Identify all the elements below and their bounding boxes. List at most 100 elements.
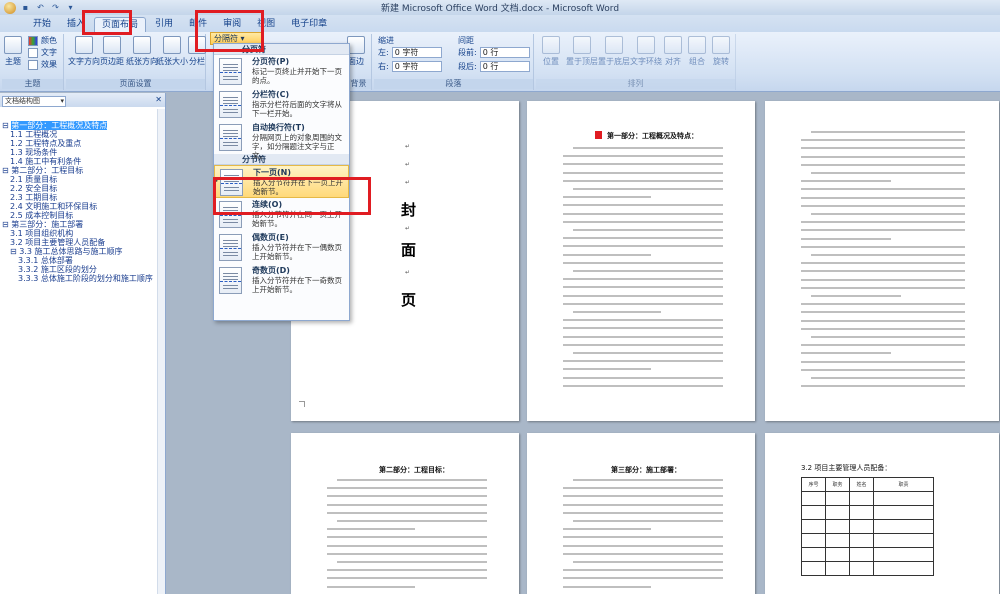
nav-tree-item[interactable]: 2.5 成本控制目标 [2,211,158,220]
page-4[interactable]: 第二部分：工程目标： [291,433,519,594]
table-cell [825,533,850,548]
text-line [563,212,723,215]
menu-item-break[interactable]: 连续(O) 插入分节符并在同一页上开始新节。 [214,198,349,231]
page-3[interactable] [765,101,999,421]
text-line [327,536,487,539]
text-line [337,520,487,522]
table-cell [825,547,850,562]
text-line [563,286,723,289]
tab-review[interactable]: 审阅 [216,17,248,32]
text-line [563,278,723,281]
theme-effects-button[interactable]: 效果 [28,59,57,70]
page-size-button[interactable]: 纸张大小 [156,36,188,67]
tab-e-seal[interactable]: 电子印章 [284,17,334,32]
spacing-before-input[interactable]: 0 行 [479,47,530,58]
office-button[interactable] [4,1,16,14]
tab-page-layout[interactable]: 页面布局 [94,17,147,32]
nav-tree-label: 3.3.3 总体施工阶段的划分和施工顺序 [18,274,153,283]
nav-tree-item[interactable]: ⊟ 第三部分：施工部署 [2,220,158,229]
rotate-button[interactable]: 旋转 [712,36,730,67]
page-2[interactable]: 第一部分：工程概况及特点： [527,101,755,421]
nav-tree-item[interactable]: ⊟ 3.3 施工总体思路与施工顺序 [2,247,158,256]
theme-colors-button[interactable]: 颜色 [28,35,57,46]
margins-button[interactable]: 页边距 [100,36,124,67]
nav-tree-item[interactable]: 2.4 文明施工和环保目标 [2,202,158,211]
spacing-before-row: 段前: 0 行 [458,47,530,58]
save-icon[interactable]: ▪ [20,2,31,13]
table-cell [801,561,826,576]
undo-icon[interactable]: ↶ [35,2,46,13]
send-back-button[interactable]: 置于底层 [598,36,630,67]
table-cell [873,561,934,576]
orientation-button[interactable]: 纸张方向 [126,36,158,67]
text-direction-button[interactable]: 文字方向 [68,36,100,67]
text-line [573,352,723,354]
fonts-icon [28,47,38,58]
text-line [563,368,651,371]
tab-view[interactable]: 视图 [250,17,282,32]
tab-home[interactable]: 开始 [26,17,58,32]
table-cell [801,519,826,534]
tab-references[interactable]: 引用 [148,17,180,32]
text-line [327,503,487,506]
columns-button[interactable]: 分栏 [188,36,206,67]
nav-tree-item[interactable]: 3.2 项目主要管理人员配备 [2,238,158,247]
redo-icon[interactable]: ↷ [50,2,61,13]
theme-fonts-button[interactable]: 文字 [28,47,57,58]
menu-item-title: 自动换行符(T) [252,123,305,132]
nav-tree-item[interactable]: 2.3 工期目标 [2,193,158,202]
nav-tree-label: 第三部分：施工部署 [11,220,84,229]
indent-left-input[interactable]: 0 字符 [391,47,442,58]
nav-tree-item[interactable]: 2.2 安全目标 [2,184,158,193]
orientation-icon [133,36,151,54]
nav-tree-item[interactable]: 1.2 工程特点及重点 [2,139,158,148]
nav-view-select[interactable]: 文档结构图 [2,96,66,107]
tab-insert[interactable]: 插入 [60,17,92,32]
menu-item-break[interactable]: 分页符(P) 标记一页终止并开始下一页的点。 [214,55,349,88]
text-line [811,377,965,379]
menu-item-break[interactable]: 下一页(N)插入分节符并在下一页上开始新节。 [214,165,349,198]
nav-tree-item[interactable]: 1.1 工程概况 [2,130,158,139]
table-cell [849,533,874,548]
nav-tree-item[interactable]: 3.3.3 总体施工阶段的划分和施工顺序 [2,274,158,283]
spacing-after-input[interactable]: 0 行 [479,61,530,72]
nav-tree-label: 2.3 工期目标 [10,193,58,202]
nav-scrollbar[interactable] [157,109,165,594]
align-button[interactable]: 对齐 [664,36,682,67]
window-title: 新建 Microsoft Office Word 文档.docx - Micro… [380,4,620,14]
position-button[interactable]: 位置 [542,36,560,67]
menu-item-break[interactable]: 自动换行符(T) 分隔网页上的对象周围的文字，如分隔题注文字与正文。 [214,121,349,160]
close-icon[interactable]: ✕ [155,95,162,104]
breaks-dropdown-menu: 分页符 分页符(P) 标记一页终止并开始下一页的点。 分栏符(C) 指示分栏符后面的文字… [213,43,350,321]
nav-tree-item[interactable]: 3.3.1 总体部署 [2,256,158,265]
nav-tree-item[interactable]: 3.3.2 施工区段的划分 [2,265,158,274]
para-mark: ↵ [405,269,411,276]
menu-item-description: 指示分栏符后面的文字将从下一栏开始。 [252,100,342,118]
text-wrap-button[interactable]: 文字环绕 [630,36,662,67]
bring-front-button[interactable]: 置于顶层 [566,36,598,67]
nav-tree-item[interactable]: 3.1 项目组织机构 [2,229,158,238]
table-cell [873,547,934,562]
page-5[interactable]: 第三部分：施工部署： [527,433,755,594]
nav-tree-item[interactable]: 2.1 质量目标 [2,175,158,184]
nav-tree-item[interactable]: 1.4 施工中有利条件 [2,157,158,166]
themes-button[interactable]: 主题 [4,36,22,67]
menu-item-break[interactable]: 奇数页(D) 插入分节符并在下一奇数页上开始新节。 [214,264,349,297]
text-line [801,270,965,273]
nav-tree-item[interactable]: ⊟ 第一部分：工程概况及特点 [2,121,158,130]
page4-heading: 第二部分：工程目标： [379,466,449,474]
customize-qat-icon[interactable]: ▾ [65,2,76,13]
indent-right-input[interactable]: 0 字符 [391,61,442,72]
nav-tree-item[interactable]: ⊟ 第二部分：工程目标 [2,166,158,175]
nav-tree-item[interactable]: 1.3 现场条件 [2,148,158,157]
tab-mailings[interactable]: 邮件 [182,17,214,32]
text-line [563,503,723,506]
page-6[interactable]: 3.2 项目主要管理人员配备： 序号 职务 姓名 职责 [765,433,999,594]
menu-item-break[interactable]: 分栏符(C) 指示分栏符后面的文字将从下一栏开始。 [214,88,349,121]
table-cell [849,547,874,562]
table-cell [873,491,934,506]
nav-tree-label: 1.3 现场条件 [10,148,58,157]
text-line [573,270,723,272]
menu-item-break[interactable]: 偶数页(E) 插入分节符并在下一偶数页上开始新节。 [214,231,349,264]
group-button[interactable]: 组合 [688,36,706,67]
